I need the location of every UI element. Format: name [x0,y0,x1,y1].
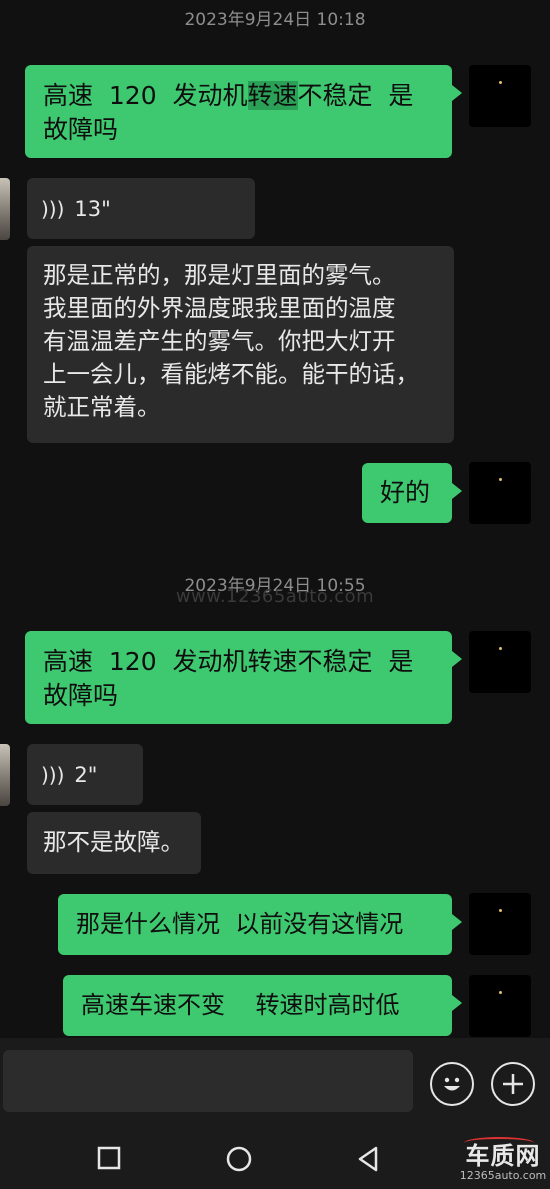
sound-wave-icon: ))) [41,196,65,221]
message-sent-4[interactable]: 那是什么情况 以前没有这情况 [58,894,462,955]
message-received-1[interactable]: 那是正常的，那是灯里面的雾气。 我里面的外界温度跟我里面的温度 有温温差产生的雾… [27,246,454,443]
voice-duration-1: 13" [74,196,111,221]
voice-duration-2: 2" [74,762,98,787]
my-avatar[interactable] [469,462,531,524]
back-icon[interactable] [356,1146,380,1172]
recent-apps-icon[interactable] [97,1146,121,1170]
voice-message-1[interactable]: ))) 13" [27,178,255,239]
message-sent-3[interactable]: 高速 120 发动机转速不稳定 是 故障吗 [25,631,462,724]
my-avatar[interactable] [469,631,531,693]
message-sent-5[interactable]: 高速车速不变 转速时高时低 [63,975,462,1036]
watermark: www.12365auto.com [175,586,375,607]
site-logo: 车质网 12365auto.com [456,1137,550,1187]
timestamp-1: 2023年9月24日 10:18 [184,10,366,30]
message-input[interactable] [3,1050,413,1112]
my-avatar[interactable] [469,893,531,955]
plus-icon[interactable] [491,1062,535,1106]
emoji-icon[interactable] [430,1062,474,1106]
my-avatar[interactable] [469,65,531,127]
message-received-2[interactable]: 那不是故障。 [27,812,201,874]
message-sent-2[interactable]: 好的 [362,463,462,523]
voice-message-2[interactable]: ))) 2" [27,744,143,805]
sound-wave-icon: ))) [41,762,65,787]
message-sent-1[interactable]: 高速 120 发动机转速不稳定 是 故障吗 [25,65,462,158]
my-avatar[interactable] [469,975,531,1037]
contact-avatar[interactable] [0,744,10,806]
contact-avatar[interactable] [0,178,10,240]
home-icon[interactable] [226,1146,252,1172]
